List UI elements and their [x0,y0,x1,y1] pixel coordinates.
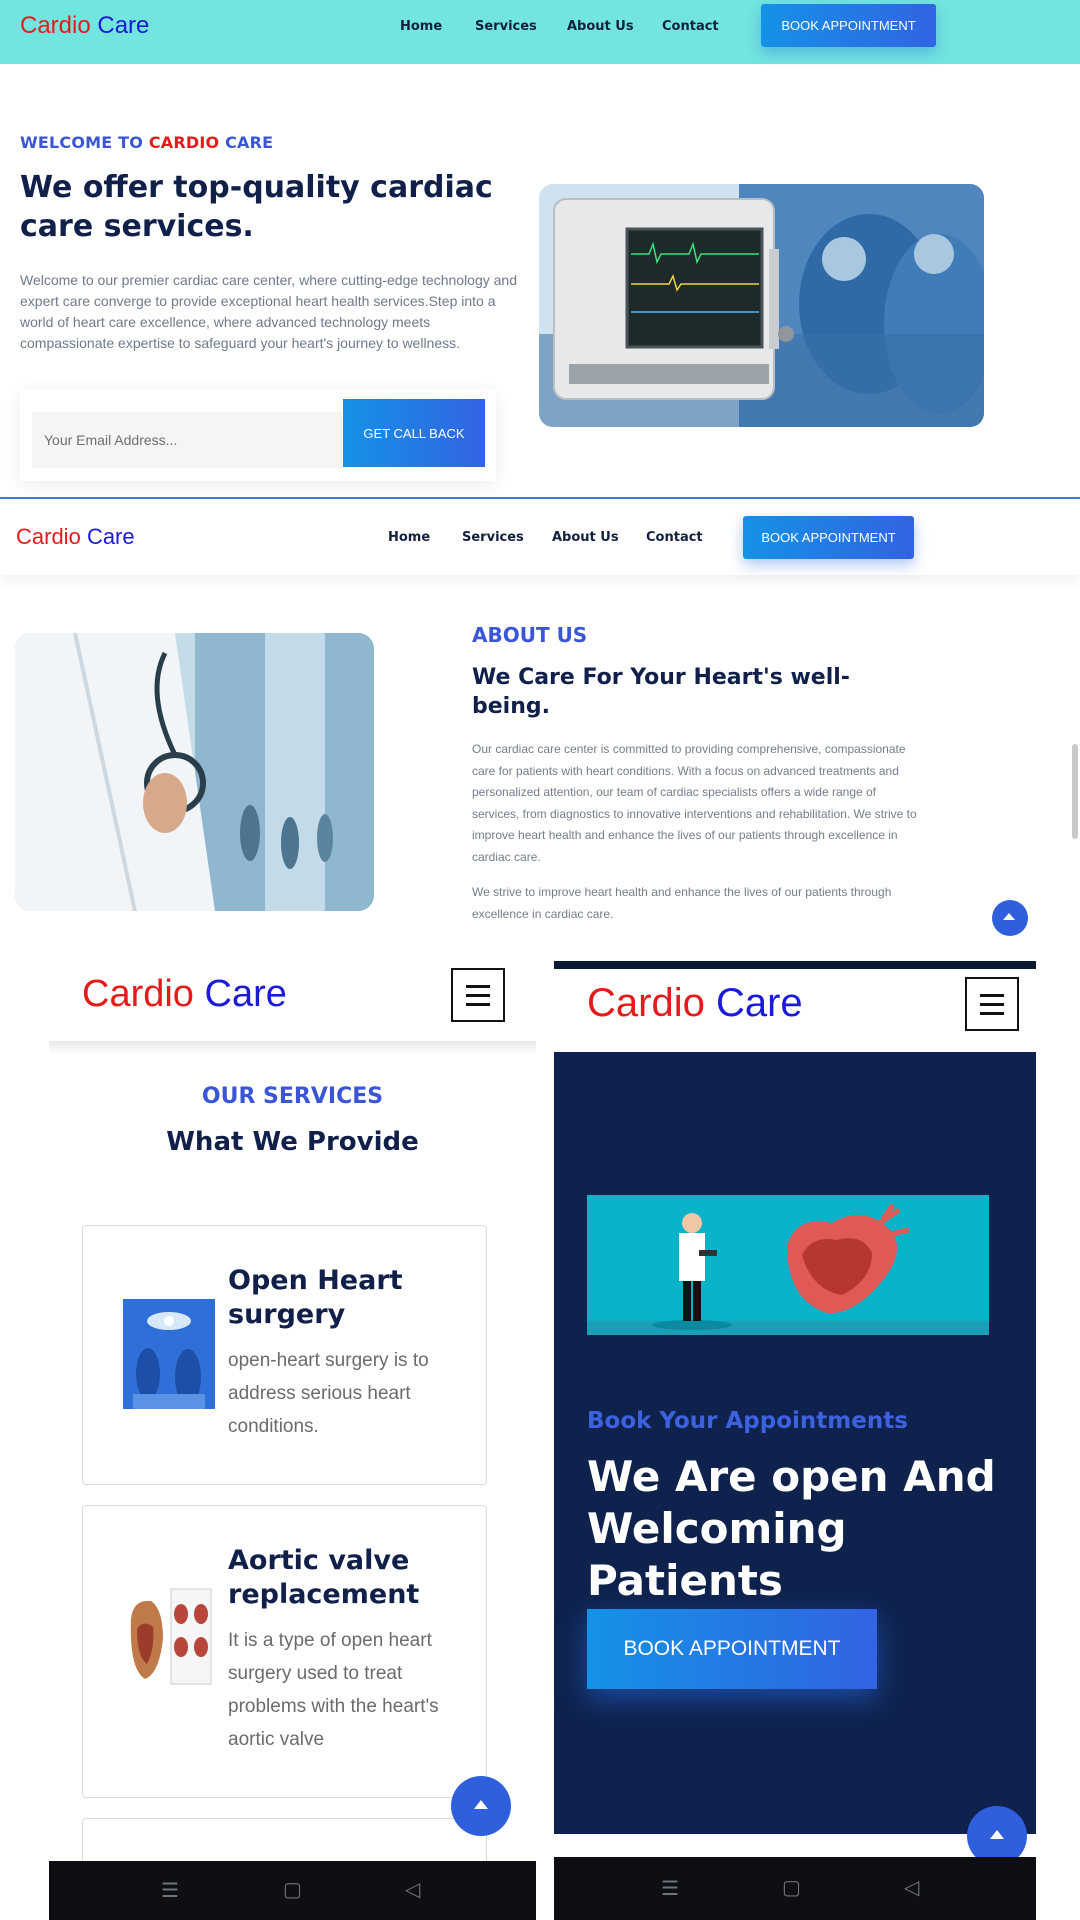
open-heart-surgery-image [123,1299,215,1409]
nav-services-link[interactable]: Services [462,530,524,545]
arrow-up-icon [1003,913,1015,920]
service-description: open-heart surgery is to address serious… [228,1350,429,1437]
scroll-to-top-button[interactable] [992,900,1028,936]
recents-icon[interactable]: ☰ [161,1878,179,1903]
system-navigation-bar: ☰ ▢ ◁ [49,1861,536,1920]
hamburger-menu-icon[interactable] [965,977,1019,1031]
status-strip [554,961,1036,969]
page-scrollbar[interactable] [1072,744,1078,839]
hero-heading: We offer top-quality cardiac care servic… [20,170,493,244]
nav-about-link[interactable]: About Us [552,530,619,545]
nav-about-link[interactable]: About Us [567,19,634,34]
home-square-icon[interactable]: ▢ [782,1875,801,1900]
service-description: It is a type of open heart surgery used … [228,1630,439,1750]
service-card[interactable]: Open Heart surgery open-heart surgery is… [82,1225,487,1485]
nav-contact-link[interactable]: Contact [646,530,703,545]
nav-home-link[interactable]: Home [388,530,430,545]
arrow-up-icon [474,1800,488,1809]
nav-contact-link[interactable]: Contact [662,19,719,34]
home-square-icon[interactable]: ▢ [283,1877,302,1902]
nav-services-link[interactable]: Services [475,19,537,34]
appointment-section-mobile: Cardio Care Book Your Appointments We Ar… [554,961,1036,1920]
get-call-back-button[interactable]: GET CALL BACK [343,399,485,467]
about-tag: ABOUT US [472,623,588,647]
about-heading: We Care For Your Heart's well-being. [472,665,850,719]
hero-section: Cardio Care Home Services About Us Conta… [0,0,1080,497]
services-section-mobile: Cardio Care OUR SERVICES What We Provide… [49,961,536,1920]
doctor-stethoscope-image [15,633,374,911]
book-appointment-button[interactable]: BOOK APPOINTMENT [743,516,914,559]
book-appointment-button[interactable]: BOOK APPOINTMENT [587,1609,877,1689]
services-tag: OUR SERVICES [201,1084,384,1109]
arrow-up-icon [990,1830,1004,1839]
system-navigation-bar: ☰ ▢ ◁ [554,1857,1036,1920]
nav-home-link[interactable]: Home [400,19,442,34]
book-appointment-button[interactable]: BOOK APPOINTMENT [761,4,936,47]
hero-paragraph: Welcome to our premier cardiac care cent… [20,272,518,351]
cardiac-monitor-image [539,184,984,427]
appointment-tag: Book Your Appointments [587,1408,908,1434]
about-section: Cardio Care Home Services About Us Conta… [0,497,1080,959]
site-logo[interactable]: Cardio Care [20,12,149,40]
back-triangle-icon[interactable]: ◁ [904,1875,919,1900]
services-heading: What We Provide [166,1127,419,1157]
hamburger-menu-icon[interactable] [451,968,505,1022]
appointment-heading: We Are open And Welcoming Patients [587,1452,996,1605]
site-logo[interactable]: Cardio Care [16,524,135,550]
about-paragraph-2: We strive to improve heart health and en… [472,885,892,921]
appointment-panel: Book Your Appointments We Are open And W… [554,1052,1036,1834]
scroll-to-top-button[interactable] [451,1776,511,1836]
service-title: Open Heart surgery [228,1265,403,1330]
service-card[interactable]: Aortic valve replacement It is a type of… [82,1505,487,1798]
site-logo[interactable]: Cardio Care [587,981,803,1026]
site-logo[interactable]: Cardio Care [82,973,287,1016]
service-title: Aortic valve replacement [228,1545,420,1610]
top-navbar: Cardio Care Home Services About Us Conta… [0,0,1080,64]
back-triangle-icon[interactable]: ◁ [405,1877,420,1902]
aortic-valve-diagram-image [123,1579,215,1689]
recents-icon[interactable]: ☰ [661,1876,679,1901]
callback-form: GET CALL BACK [20,389,496,481]
welcome-tagline: WELCOME TO CARDIO CARE [20,133,274,152]
doctor-heart-illustration [587,1195,989,1335]
navbar-divider [49,1041,536,1055]
sticky-navbar: Cardio Care Home Services About Us Conta… [0,499,1080,575]
about-paragraph-1: Our cardiac care center is committed to … [472,742,917,864]
email-input[interactable] [32,412,342,468]
